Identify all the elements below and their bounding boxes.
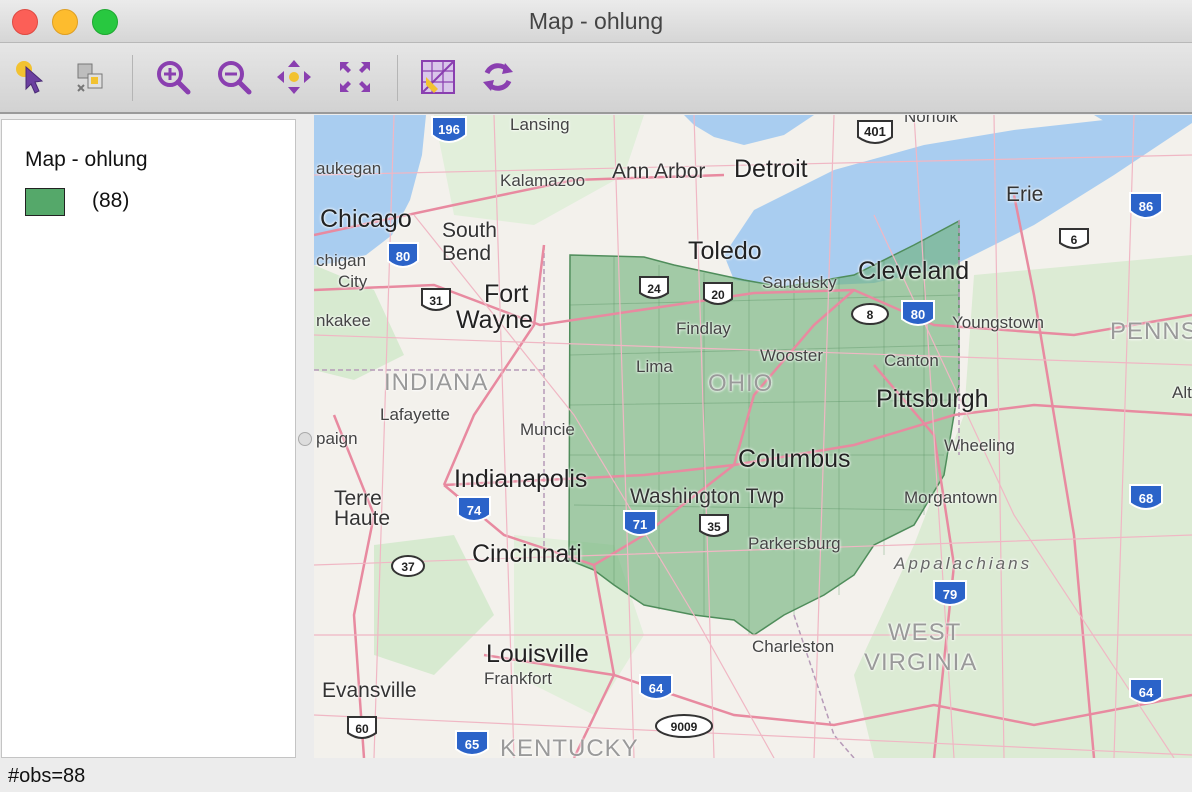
map-label-city: Muncie [520, 420, 575, 439]
zoom-in-button[interactable] [153, 57, 193, 97]
toolbar [0, 43, 1192, 114]
map-label-city: Wheeling [944, 436, 1015, 455]
map-label-city: Pittsburgh [876, 385, 989, 413]
status-bar: #obs=88 [0, 760, 1192, 792]
title-bar: Map - ohlung [0, 0, 1192, 43]
map-label-city: Wayne [456, 306, 533, 334]
map-label-city: Detroit [734, 155, 808, 183]
map-label-city: paign [316, 429, 358, 448]
map-label-state: WEST [888, 619, 962, 646]
map-label-city: Wooster [760, 346, 823, 365]
map-label-city: Columbus [738, 445, 851, 473]
map-label-city: Indianapolis [454, 465, 588, 493]
selection-mode-button[interactable] [70, 57, 110, 97]
toolbar-separator [132, 55, 133, 101]
map-label-state: VIRGINIA [864, 649, 978, 676]
observation-count: #obs=88 [8, 765, 86, 787]
map-label-city: Fort [484, 280, 529, 308]
panel-splitter-handle[interactable] [298, 432, 312, 446]
map-label-state: OHIO [708, 370, 774, 397]
map-label-state: KENTUCKY [500, 735, 639, 758]
map-label-city: Bend [442, 242, 492, 265]
map-label-city: Cleveland [858, 257, 970, 285]
map-label-city: Lansing [510, 115, 570, 134]
map-label-city: Lima [636, 357, 673, 376]
full-extent-icon [340, 62, 370, 92]
map-label-city: Sandusky [762, 273, 837, 292]
pan-arrows-icon [277, 60, 311, 94]
legend-item-label: (88) [92, 189, 130, 212]
map-label-city: Evansville [322, 679, 417, 702]
zoom-in-icon [157, 61, 191, 95]
map-label-city: City [338, 272, 368, 291]
toolbar-separator [397, 55, 398, 101]
map-label-city: Erie [1006, 183, 1044, 206]
refresh-button[interactable] [478, 57, 518, 97]
legend-panel: Map - ohlung (88) [1, 119, 296, 758]
map-label-state: PENNS [1110, 318, 1192, 345]
map-label-city: Canton [884, 351, 939, 370]
pan-button[interactable] [274, 57, 314, 97]
map-label-city: Alto [1172, 383, 1192, 402]
map-label-city: Washington Twp [630, 485, 785, 508]
fit-to-window-button[interactable] [335, 57, 375, 97]
select-tool-button[interactable] [12, 57, 52, 97]
window-title: Map - ohlung [528, 8, 664, 34]
lake-st-clair [684, 115, 814, 145]
basemap-grid-icon [421, 60, 455, 94]
legend-title: Map - ohlung [25, 148, 148, 171]
pointer-icon [16, 61, 44, 94]
map-label-state: INDIANA [384, 369, 489, 396]
map-label-city: aukegan [316, 159, 382, 178]
map-label-city: Cincinnati [472, 540, 582, 568]
map-label-city: Chicago [320, 205, 412, 233]
basemap-button[interactable] [418, 57, 458, 97]
zoom-out-button[interactable] [214, 57, 254, 97]
map-label-city: Charleston [752, 637, 835, 656]
map-label-city: Ann Arbor [612, 160, 706, 183]
legend-swatch[interactable] [25, 188, 65, 216]
zoom-out-icon [218, 61, 252, 95]
map-label-city: chigan [316, 251, 367, 270]
map-label-city: Toledo [688, 237, 762, 265]
map-label-region: Appalachians [894, 554, 1033, 573]
map-label-city: Parkersburg [748, 534, 841, 553]
basemap [314, 115, 1192, 758]
select-layers-icon [77, 63, 103, 92]
refresh-icon [483, 63, 513, 91]
map-label-city: South [442, 219, 497, 242]
map-label-city: nkakee [316, 311, 371, 330]
map-label-city: Norfolk [904, 115, 958, 126]
map-label-city: Findlay [676, 319, 731, 338]
lake-michigan [314, 115, 426, 265]
map-canvas[interactable]: Chicago aukegan chigan City nkakee South… [314, 115, 1192, 758]
map-label-city: Lafayette [380, 405, 450, 424]
map-label-city: Haute [334, 507, 391, 530]
map-label-city: Louisville [486, 640, 589, 668]
map-label-city: Youngstown [952, 313, 1045, 332]
map-label-city: Morgantown [904, 488, 998, 507]
map-label-city: Frankfort [484, 669, 553, 688]
map-label-city: Kalamazoo [500, 171, 586, 190]
